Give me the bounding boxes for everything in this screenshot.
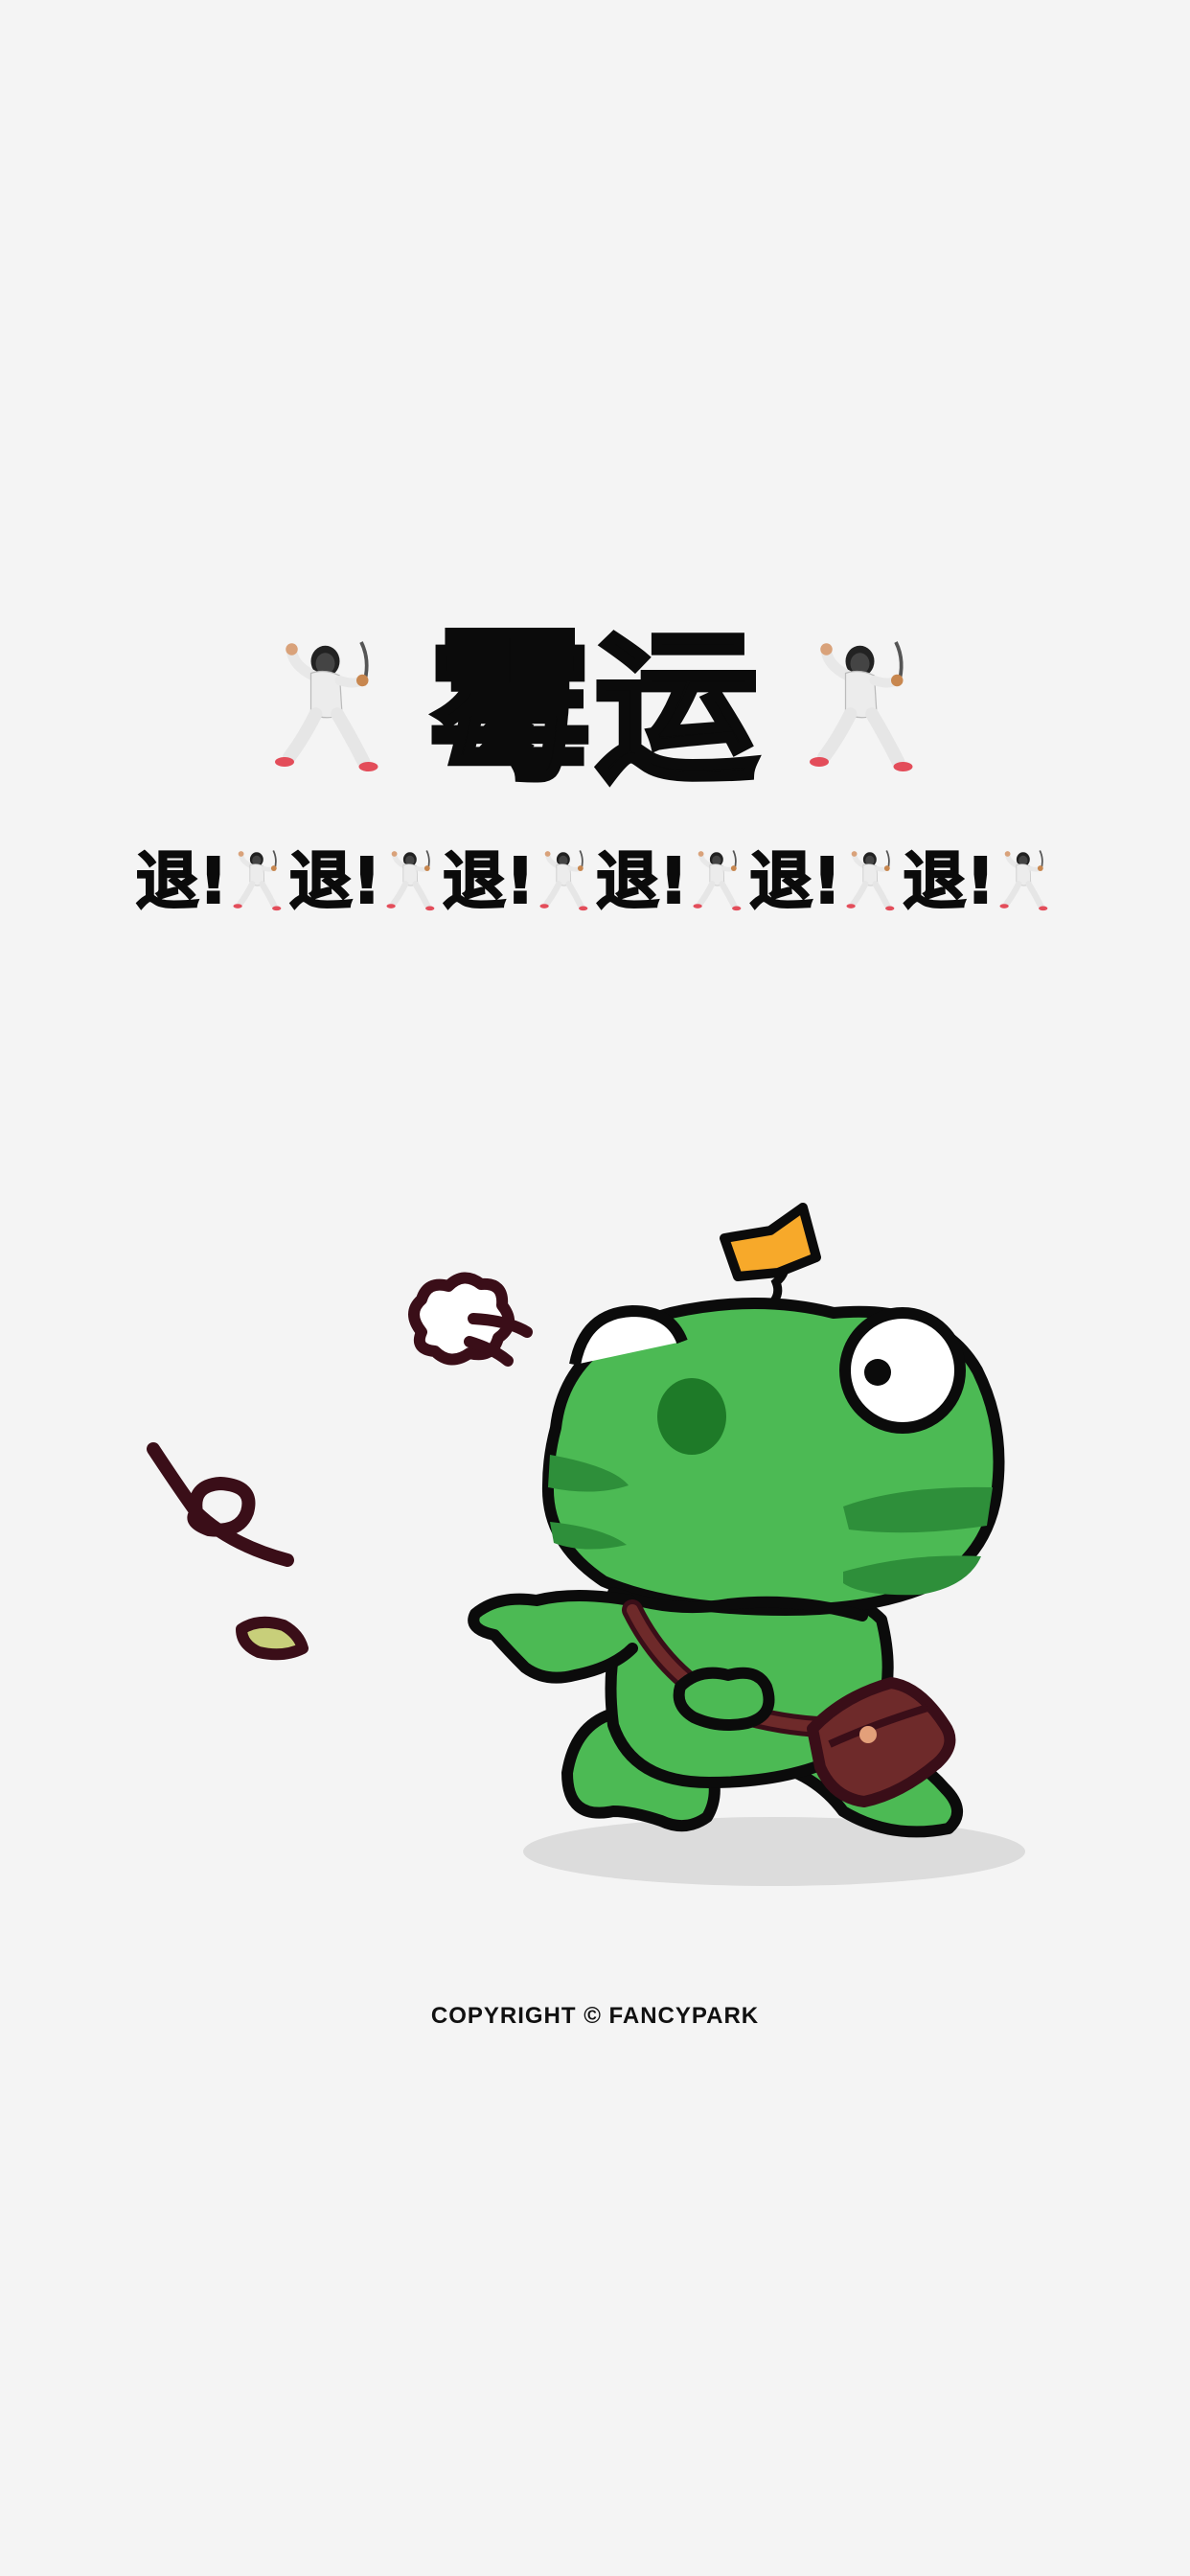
frog-illustration — [147, 1203, 1025, 1886]
chant-item: 退! — [135, 844, 287, 918]
chant-text: 退! — [288, 844, 382, 918]
page-title: 霉运 — [425, 614, 762, 804]
fencer-icon — [690, 848, 745, 915]
chant-text: 退! — [902, 844, 995, 918]
fencer-icon — [843, 848, 899, 915]
chant-item: 退! — [595, 844, 747, 918]
fencer-icon — [537, 848, 592, 915]
chant-item: 退! — [748, 844, 901, 918]
chant-row: 退! 退! 退! 退! 退! 退! — [0, 843, 1190, 920]
chant-item: 退! — [288, 844, 441, 918]
fencer-icon-left — [265, 637, 390, 781]
copyright-text: COPYRIGHT © FANCYPARK — [430, 2003, 760, 2029]
chant-text: 退! — [595, 844, 689, 918]
fencer-icon — [996, 848, 1052, 915]
fencer-icon — [383, 848, 439, 915]
fencer-icon-right — [800, 637, 925, 781]
anger-puff-icon — [408, 1272, 533, 1367]
falling-leaf-icon — [147, 1442, 309, 1661]
flag-icon — [720, 1203, 821, 1308]
chant-text: 退! — [135, 844, 229, 918]
fencer-icon — [230, 848, 286, 915]
chant-text: 退! — [748, 844, 842, 918]
frog-eye — [839, 1307, 966, 1434]
chant-item: 退! — [902, 844, 1054, 918]
chant-text: 退! — [442, 844, 536, 918]
title-row: 霉运 — [0, 613, 1190, 805]
chant-item: 退! — [442, 844, 594, 918]
